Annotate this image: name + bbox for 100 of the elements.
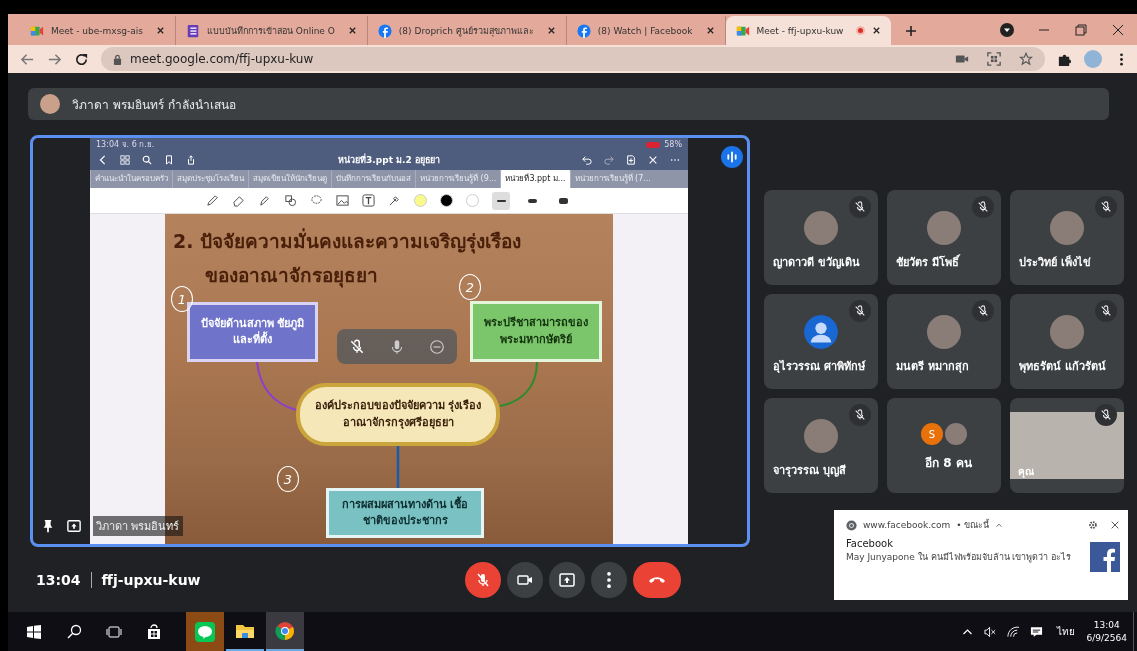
connector-line: [396, 446, 400, 488]
pin-icon[interactable]: [41, 519, 55, 533]
notification-source: www.facebook.com: [863, 520, 951, 530]
caret-icon[interactable]: [995, 521, 1004, 529]
participant-name: จารุวรรณ บุญสี: [773, 462, 846, 479]
minus-circle-icon[interactable]: [429, 338, 445, 355]
close-icon[interactable]: [1110, 22, 1126, 38]
mic-icon[interactable]: [389, 338, 405, 355]
taskbar-app[interactable]: [186, 612, 224, 651]
participant-tile[interactable]: S อีก 8 คน: [887, 398, 1001, 493]
share-icon[interactable]: [186, 155, 196, 165]
more-button[interactable]: [590, 561, 627, 598]
search-icon[interactable]: [66, 623, 82, 640]
taskbar-app[interactable]: [266, 612, 304, 651]
stroke-size-button[interactable]: [492, 191, 510, 210]
wifi-icon[interactable]: [1006, 625, 1020, 638]
windows-start-icon[interactable]: [26, 623, 42, 640]
participant-name: คุณ: [1018, 465, 1034, 479]
participant-tile[interactable]: พุทธรัตน์ แก้วรัตน์: [1010, 294, 1124, 389]
central-node: องค์ประกอบของปัจจัยความ รุ่งเรืองอาณาจักรกรุงศรีอยุธยา: [296, 383, 500, 446]
browser-logo-icon: [846, 519, 857, 531]
status-time: 13:04 จ. 6 ก.ย.: [96, 139, 155, 151]
present-icon: [67, 519, 81, 533]
notification-card[interactable]: www.facebook.com • ขณะนี้ Facebook May Junyapone ใน คนมีไฟพร้อมจับล้าน เขาพูดว่า อะไร: [834, 510, 1128, 600]
qr-code-icon[interactable]: [987, 52, 1001, 66]
participant-tile[interactable]: มนตรี หมากสุก: [887, 294, 1001, 389]
present-button[interactable]: [548, 561, 585, 598]
document-tab[interactable]: หน่วยที่3.ppt ม...: [500, 170, 570, 188]
connector-line: [499, 361, 538, 407]
lock-icon: [113, 53, 122, 65]
color-swatch[interactable]: [440, 194, 453, 207]
settings-icon[interactable]: [1088, 520, 1098, 530]
clock-date[interactable]: 6/9/2564: [1086, 631, 1127, 645]
mic-off-icon[interactable]: [349, 338, 365, 355]
participant-tile[interactable]: ญาดาวดี ขวัญเดิน: [764, 190, 878, 285]
camera-button[interactable]: [506, 561, 543, 598]
text-tool-icon[interactable]: [362, 194, 375, 207]
avatar: [804, 418, 838, 453]
leave-button[interactable]: [632, 561, 681, 598]
highlighter-icon[interactable]: [258, 194, 271, 207]
add-page-icon[interactable]: [626, 155, 636, 165]
close-icon[interactable]: [546, 26, 556, 35]
color-swatch[interactable]: [414, 194, 427, 207]
participant-name: ชัยวัตร มีโพธิ์: [896, 253, 959, 271]
browser-logo-icon: [275, 620, 295, 641]
speaker-muted-icon[interactable]: [983, 625, 997, 638]
eraser-icon[interactable]: [232, 194, 245, 207]
bookmark-icon[interactable]: [164, 155, 174, 165]
facebook-icon: [576, 23, 591, 38]
avatar: [927, 314, 961, 349]
notification-time: • ขณะนี้: [956, 518, 990, 532]
close-icon[interactable]: [347, 26, 357, 35]
pen-icon[interactable]: [206, 194, 219, 207]
participant-name: พุทธรัตน์ แก้วรัตน์: [1019, 358, 1106, 375]
participant-tile[interactable]: ประวิทย์ เพ็งไข่: [1010, 190, 1124, 285]
image-icon[interactable]: [336, 194, 349, 207]
color-swatch[interactable]: [466, 194, 479, 207]
laser-pointer-icon[interactable]: [388, 194, 401, 207]
address-bar[interactable]: meet.google.com/ffj-upxu-kuw: [101, 47, 1045, 71]
task-view-icon[interactable]: [106, 623, 122, 640]
close-icon[interactable]: [872, 26, 882, 35]
input-language[interactable]: ไทย: [1056, 624, 1075, 639]
more-icon: [606, 571, 611, 588]
back-icon[interactable]: [98, 155, 108, 165]
shapes-icon[interactable]: [284, 194, 297, 207]
reload-icon[interactable]: [74, 51, 89, 67]
notification-center-icon[interactable]: [1029, 625, 1043, 638]
restore-icon[interactable]: [1073, 22, 1089, 38]
search-icon[interactable]: [142, 155, 152, 165]
browser-tab[interactable]: Meet - ffj-upxu-kuw: [725, 16, 892, 45]
participant-tile[interactable]: อุไรวรรณ ศาพิทักษ์: [764, 294, 878, 389]
avatar: [945, 423, 967, 445]
store-icon[interactable]: [146, 623, 162, 640]
lasso-icon[interactable]: [310, 194, 323, 207]
tab-search-icon[interactable]: [999, 22, 1015, 38]
mic-button[interactable]: [464, 561, 501, 598]
grid-icon[interactable]: [120, 155, 130, 165]
close-icon[interactable]: [156, 26, 165, 35]
presenter-label: วิภาดา พรมอินทร์ กำลังนำเสนอ: [72, 96, 236, 114]
notification-message: May Junyapone ใน คนมีไฟพร้อมจับล้าน เขาพูดว่า อะไร: [846, 551, 1073, 565]
facebook-icon: [377, 23, 392, 38]
participant-tile[interactable]: ชัยวัตร มีโพธิ์: [887, 190, 1001, 285]
participant-tile[interactable]: จารุวรรณ บุญสี: [764, 398, 878, 493]
close-icon[interactable]: [1110, 520, 1120, 530]
meeting-time: 13:04: [36, 571, 81, 588]
participant-name: อีก 8 คน: [925, 455, 972, 472]
new-tab-icon[interactable]: [905, 25, 918, 37]
present-icon: [558, 571, 575, 588]
notification-title: Facebook: [846, 538, 894, 549]
document-title[interactable]: หน่วยที่3.ppt ม.2 อยุธยา: [208, 153, 570, 167]
avatar: [1050, 210, 1084, 245]
slide-title: ของอาณาจักรอยุธยา: [205, 263, 378, 290]
facebook-icon: [1090, 542, 1120, 572]
avatar: [804, 210, 838, 245]
undo-icon[interactable]: [582, 155, 592, 165]
clock-time[interactable]: 13:04: [1093, 618, 1120, 632]
redo-icon[interactable]: [604, 155, 614, 165]
star-icon[interactable]: [1019, 52, 1033, 66]
participant-name: ญาดาวดี ขวัญเดิน: [773, 254, 860, 271]
close-icon[interactable]: [705, 26, 715, 35]
